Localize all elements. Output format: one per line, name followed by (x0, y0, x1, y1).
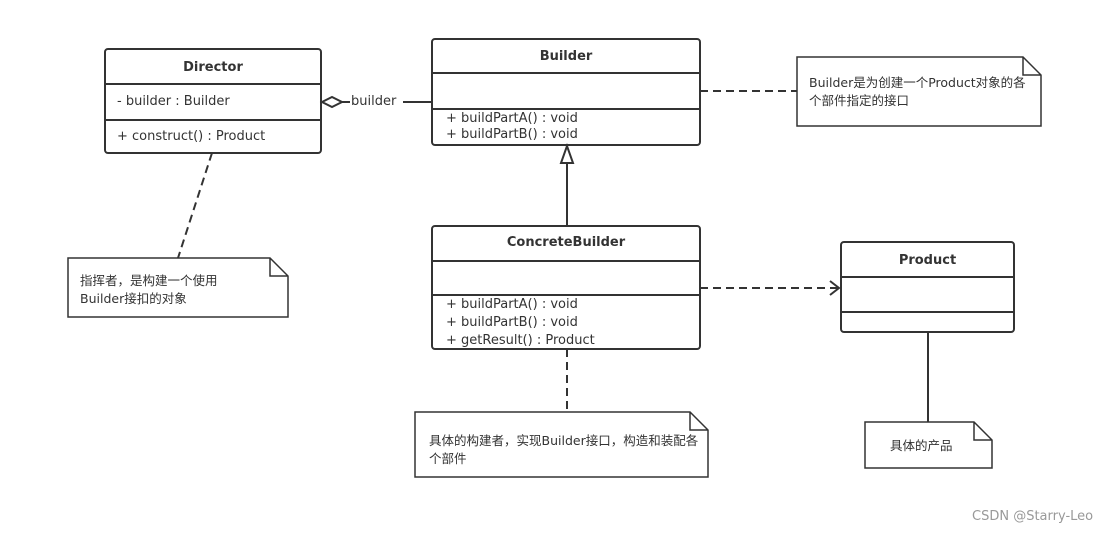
builder-title: Builder (539, 49, 593, 64)
concrete-builder-title: ConcreteBuilder (506, 235, 626, 250)
generalization-triangle (559, 142, 575, 164)
director-attribute: - builder : Builder (117, 94, 230, 109)
aggregation-diamond (319, 95, 345, 109)
concrete-builder-method: + buildPartB() : void (446, 315, 578, 330)
director-title: Director (183, 60, 243, 75)
note-director: 指挥者，是构建一个使用Builder接扣的对象 (80, 273, 218, 306)
note-concrete-builder: 具体的构建者，实现Builder接口，构造和装配各个部件 (429, 433, 699, 466)
aggregation-label: builder (351, 93, 397, 111)
uml-diagram: Director - builder : Builder + construct… (0, 0, 1117, 535)
note-builder: Builder是为创建一个Product对象的各个部件指定的接口 (809, 75, 1026, 108)
watermark: CSDN @Starry-Leo (972, 509, 1094, 524)
concrete-builder-method: + getResult() : Product (446, 333, 595, 348)
builder-method: + buildPartB() : void (446, 127, 578, 142)
concrete-builder-method: + buildPartA() : void (446, 297, 578, 312)
director-method: + construct() : Product (117, 129, 266, 144)
note-product: 具体的产品 (890, 438, 953, 453)
builder-method: + buildPartA() : void (446, 111, 578, 126)
product-title: Product (898, 253, 957, 268)
